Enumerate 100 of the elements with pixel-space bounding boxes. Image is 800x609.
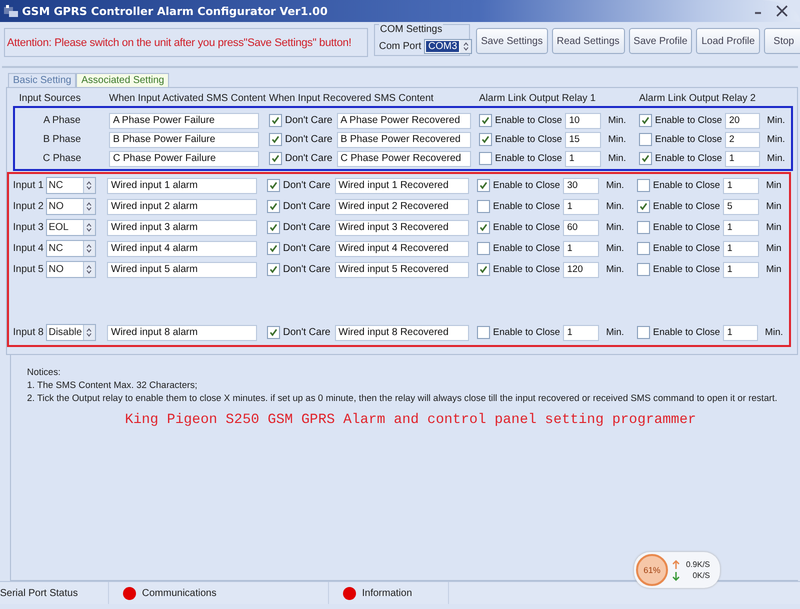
checkbox[interactable] <box>267 179 280 192</box>
minutes-field[interactable]: 30 <box>563 178 600 194</box>
toolbar-button[interactable]: Stop <box>764 28 800 54</box>
minutes-field[interactable]: 1 <box>725 150 760 166</box>
toolbar-button[interactable]: Read Settings <box>552 28 625 54</box>
minutes-field[interactable]: 20 <box>725 112 760 128</box>
checkbox-label[interactable]: Don't Care <box>283 180 330 191</box>
minutes-field[interactable]: 15 <box>565 132 602 148</box>
checkbox[interactable] <box>477 200 490 213</box>
mode-dropdown[interactable]: NO <box>46 198 96 215</box>
minutes-field[interactable]: 1 <box>723 240 760 256</box>
checkbox[interactable] <box>637 242 650 255</box>
minutes-field[interactable]: 1 <box>723 220 760 236</box>
checkbox[interactable] <box>267 221 280 234</box>
minutes-field[interactable]: 1 <box>563 324 600 340</box>
minutes-field[interactable]: 1 <box>723 324 758 340</box>
text-field[interactable]: C Phase Power Recovered <box>336 150 470 166</box>
text-field[interactable]: Wired input 2 Recovered <box>334 198 468 214</box>
close-icon[interactable] <box>776 5 788 17</box>
checkbox[interactable] <box>639 133 652 146</box>
minutes-field[interactable]: 1 <box>563 240 600 256</box>
minutes-field[interactable]: 1 <box>723 262 760 278</box>
checkbox[interactable] <box>639 152 652 165</box>
minutes-field[interactable]: 1 <box>563 198 600 214</box>
text-field[interactable]: A Phase Power Recovered <box>336 112 470 128</box>
mode-dropdown[interactable]: NC <box>46 240 96 257</box>
checkbox-label[interactable]: Enable to Close <box>493 243 560 254</box>
text-field[interactable]: Wired input 4 Recovered <box>334 240 468 256</box>
text-field[interactable]: Wired input 3 Recovered <box>334 220 468 236</box>
checkbox[interactable] <box>477 221 490 234</box>
minutes-field[interactable]: 120 <box>563 262 600 278</box>
checkbox-label[interactable]: Enable to Close <box>653 180 720 191</box>
text-field[interactable]: Wired input 8 Recovered <box>334 324 468 340</box>
checkbox-label[interactable]: Don't Care <box>285 115 332 126</box>
checkbox-label[interactable]: Enable to Close <box>653 222 720 233</box>
mode-dropdown[interactable]: NO <box>46 261 96 278</box>
checkbox[interactable] <box>639 114 652 127</box>
minutes-field[interactable]: 1 <box>565 150 602 166</box>
checkbox-label[interactable]: Don't Care <box>283 327 330 338</box>
mode-dropdown[interactable]: NC <box>46 177 96 194</box>
checkbox[interactable] <box>267 200 280 213</box>
text-field[interactable]: Wired input 1 alarm <box>107 178 257 194</box>
toolbar-button[interactable]: Save Settings <box>476 28 548 54</box>
checkbox[interactable] <box>637 221 650 234</box>
text-field[interactable]: Wired input 5 alarm <box>107 262 257 278</box>
mode-dropdown[interactable]: EOL <box>46 219 96 236</box>
speed-widget[interactable]: 61% 0.9K/S 0K/S <box>634 552 720 588</box>
text-field[interactable]: Wired input 1 Recovered <box>334 178 468 194</box>
checkbox[interactable] <box>477 263 490 276</box>
text-field[interactable]: Wired input 5 Recovered <box>334 262 468 278</box>
checkbox-label[interactable]: Enable to Close <box>493 180 560 191</box>
checkbox[interactable] <box>637 263 650 276</box>
text-field[interactable]: Wired input 2 alarm <box>107 198 257 214</box>
text-field[interactable]: A Phase Power Failure <box>109 112 259 128</box>
checkbox[interactable] <box>637 326 650 339</box>
toolbar-button[interactable]: Save Profile <box>628 28 692 54</box>
checkbox-label[interactable]: Don't Care <box>283 243 330 254</box>
text-field[interactable]: Wired input 3 alarm <box>107 220 257 236</box>
checkbox[interactable] <box>267 242 280 255</box>
com-port-dropdown[interactable]: COM3 <box>424 39 472 54</box>
checkbox[interactable] <box>479 114 492 127</box>
checkbox-label[interactable]: Enable to Close <box>493 327 560 338</box>
checkbox-label[interactable]: Enable to Close <box>655 134 722 145</box>
minutes-field[interactable]: 1 <box>723 178 760 194</box>
minutes-field[interactable]: 2 <box>725 132 760 148</box>
checkbox-label[interactable]: Enable to Close <box>655 115 722 126</box>
checkbox[interactable] <box>477 326 490 339</box>
checkbox[interactable] <box>637 200 650 213</box>
checkbox-label[interactable]: Don't Care <box>285 134 332 145</box>
tab[interactable]: Associated Setting <box>76 73 170 87</box>
checkbox-label[interactable]: Don't Care <box>283 222 330 233</box>
mode-dropdown[interactable]: Disable <box>46 324 96 341</box>
minutes-field[interactable]: 10 <box>565 112 602 128</box>
checkbox-label[interactable]: Enable to Close <box>653 243 720 254</box>
checkbox[interactable] <box>477 242 490 255</box>
checkbox[interactable] <box>477 179 490 192</box>
minutes-field[interactable]: 60 <box>563 220 600 236</box>
checkbox-label[interactable]: Don't Care <box>283 264 330 275</box>
checkbox[interactable] <box>267 326 280 339</box>
checkbox-label[interactable]: Enable to Close <box>493 264 560 275</box>
checkbox-label[interactable]: Enable to Close <box>495 134 562 145</box>
checkbox[interactable] <box>269 152 282 165</box>
checkbox-label[interactable]: Enable to Close <box>653 327 720 338</box>
checkbox-label[interactable]: Enable to Close <box>655 153 722 164</box>
text-field[interactable]: B Phase Power Recovered <box>336 132 470 148</box>
text-field[interactable]: Wired input 4 alarm <box>107 240 257 256</box>
checkbox-label[interactable]: Enable to Close <box>653 264 720 275</box>
checkbox-label[interactable]: Enable to Close <box>493 201 560 212</box>
checkbox[interactable] <box>267 263 280 276</box>
toolbar-button[interactable]: Load Profile <box>696 28 760 54</box>
checkbox-label[interactable]: Enable to Close <box>495 153 562 164</box>
checkbox[interactable] <box>479 152 492 165</box>
minutes-field[interactable]: 5 <box>723 198 760 214</box>
text-field[interactable]: C Phase Power Failure <box>109 150 259 166</box>
checkbox[interactable] <box>637 179 650 192</box>
checkbox[interactable] <box>479 133 492 146</box>
text-field[interactable]: B Phase Power Failure <box>109 132 259 148</box>
checkbox-label[interactable]: Don't Care <box>283 201 330 212</box>
checkbox[interactable] <box>269 114 282 127</box>
text-field[interactable]: Wired input 8 alarm <box>107 324 257 340</box>
